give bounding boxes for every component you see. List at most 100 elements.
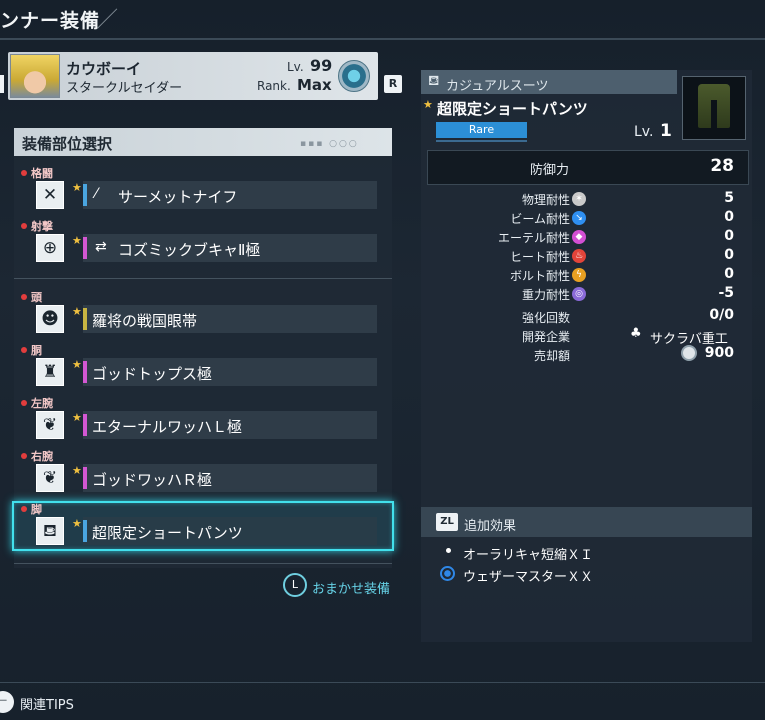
- legs-icon: ⛾: [36, 517, 64, 545]
- additional-effects-title: 追加効果: [464, 519, 517, 534]
- level-value: 99: [310, 56, 333, 75]
- resistance-label: エーテル耐性: [497, 231, 570, 245]
- slot-category-label: 頭: [31, 291, 42, 304]
- panel-bottom-divider: [14, 563, 392, 564]
- category-dot-icon: [21, 294, 27, 300]
- defense-value: 28: [710, 156, 734, 176]
- resistance-label: ヒート耐性: [509, 250, 570, 264]
- panel-decoration: ▪▪▪ ○○○: [300, 139, 359, 149]
- crossed-blades-icon: ✕: [36, 181, 64, 209]
- effect-bullet-icon: [446, 548, 451, 553]
- resistance-value: 0: [724, 266, 734, 282]
- character-name: カウボーイ: [66, 60, 142, 78]
- panel-title: 装備部位選択: [22, 135, 113, 153]
- favorite-star-icon: ★: [72, 234, 82, 247]
- maker-label: 開発企業: [521, 330, 570, 344]
- resistance-value: -5: [718, 285, 734, 301]
- sell-price-label: 売却額: [533, 349, 570, 363]
- boot-icon: ⛾: [428, 73, 440, 89]
- slot-item-name: 超限定ショートパンツ: [92, 524, 243, 542]
- rarity-stripe: [83, 308, 87, 330]
- rarity-stripe: [83, 467, 87, 489]
- resistance-value: 0: [724, 228, 734, 244]
- slot-category-label: 右腕: [31, 450, 53, 463]
- favorite-star-icon: ★: [72, 464, 82, 477]
- slot-item-name: エターナルワッハＬ極: [92, 418, 243, 436]
- resistance-label: 物理耐性: [521, 193, 570, 207]
- category-dot-icon: [21, 223, 27, 229]
- slot-category-label: 射撃: [31, 220, 53, 233]
- rank-emblem-icon: [338, 60, 370, 92]
- favorite-star-icon: ★: [72, 411, 82, 424]
- tips-button[interactable]: 関連TIPS: [20, 694, 74, 713]
- knife-icon: ⁄: [95, 186, 98, 202]
- avatar: [10, 54, 60, 98]
- zl-button[interactable]: ZL: [436, 513, 458, 531]
- screen-title: ンナー装備: [0, 10, 101, 32]
- resistance-label: ボルト耐性: [509, 269, 570, 283]
- item-level-label: Lv.: [634, 124, 654, 140]
- slot-category-label: 格闘: [31, 167, 53, 180]
- l-shoulder-button[interactable]: [0, 75, 4, 93]
- rarity-stripe: [83, 361, 87, 383]
- category-dot-icon: [21, 347, 27, 353]
- bolt-icon: ϟ: [572, 268, 586, 282]
- footer-divider: [0, 682, 765, 683]
- enhance-count-label: 強化回数: [521, 311, 570, 325]
- auto-equip-button-icon[interactable]: L: [283, 573, 307, 597]
- defense-label: 防御力: [530, 163, 570, 178]
- sell-price-value: 900: [704, 345, 734, 361]
- category-dot-icon: [21, 400, 27, 406]
- resistance-value: 0: [724, 247, 734, 263]
- crosshair-icon: ⊕: [36, 234, 64, 262]
- rarity-stripe: [83, 184, 87, 206]
- rarity-stripe: [83, 414, 87, 436]
- header-divider: [0, 38, 765, 40]
- effect-active-icon: [440, 566, 455, 581]
- resistance-value: 5: [724, 190, 734, 206]
- effect-item: ウェザーマスターＸＸ: [463, 570, 594, 585]
- gun-icon: ⇄: [95, 239, 107, 255]
- torso-icon: ♜: [36, 358, 64, 386]
- resistance-label: ビーム耐性: [510, 212, 570, 226]
- favorite-star-icon: ★: [72, 181, 82, 194]
- slot-divider: [14, 278, 392, 279]
- category-dot-icon: [21, 453, 27, 459]
- gravity-icon: ◎: [572, 287, 586, 301]
- head-icon: ☻: [36, 305, 64, 333]
- slot-item-name: サーメットナイフ: [118, 188, 238, 206]
- heat-icon: ♨: [572, 249, 586, 263]
- favorite-star-icon: ★: [72, 305, 82, 318]
- favorite-star-icon: ★: [423, 98, 433, 111]
- maker-logo-icon: ♣: [630, 326, 642, 341]
- auto-equip-button[interactable]: おまかせ装備: [312, 578, 390, 597]
- favorite-star-icon: ★: [72, 517, 82, 530]
- beam-icon: ↘: [572, 211, 586, 225]
- slot-category-label: 脚: [31, 503, 42, 516]
- rarity-underline: [436, 140, 527, 142]
- item-type: カジュアルスーツ: [446, 79, 549, 94]
- character-class: スタークルセイダー: [66, 81, 183, 96]
- r-shoulder-button[interactable]: R: [384, 75, 402, 93]
- rarity-badge: Rare: [436, 122, 527, 138]
- tips-button-icon[interactable]: －: [0, 691, 14, 713]
- category-dot-icon: [21, 170, 27, 176]
- physical-icon: ✶: [572, 192, 586, 206]
- slot-category-label: 左腕: [31, 397, 53, 410]
- level-label: Lv.: [287, 60, 304, 74]
- rarity-stripe: [83, 520, 87, 542]
- slot-item-name: ゴッドワッハＲ極: [92, 471, 213, 489]
- rank-label: Rank.: [257, 79, 291, 93]
- slot-item-name: コズミックブキャⅡ極: [118, 241, 261, 259]
- resistance-value: 0: [724, 209, 734, 225]
- resistance-label: 重力耐性: [521, 288, 570, 302]
- item-name: 超限定ショートパンツ: [437, 100, 588, 118]
- favorite-star-icon: ★: [72, 358, 82, 371]
- enhance-count-value: 0/0: [709, 307, 734, 323]
- effect-item: オーラリキャ短縮ＸＩ: [463, 548, 594, 563]
- left-arm-icon: ❦: [36, 411, 64, 439]
- ether-icon: ◆: [572, 230, 586, 244]
- category-dot-icon: [21, 506, 27, 512]
- title-slash-divider: ／: [96, 8, 119, 33]
- right-arm-icon: ❦: [36, 464, 64, 492]
